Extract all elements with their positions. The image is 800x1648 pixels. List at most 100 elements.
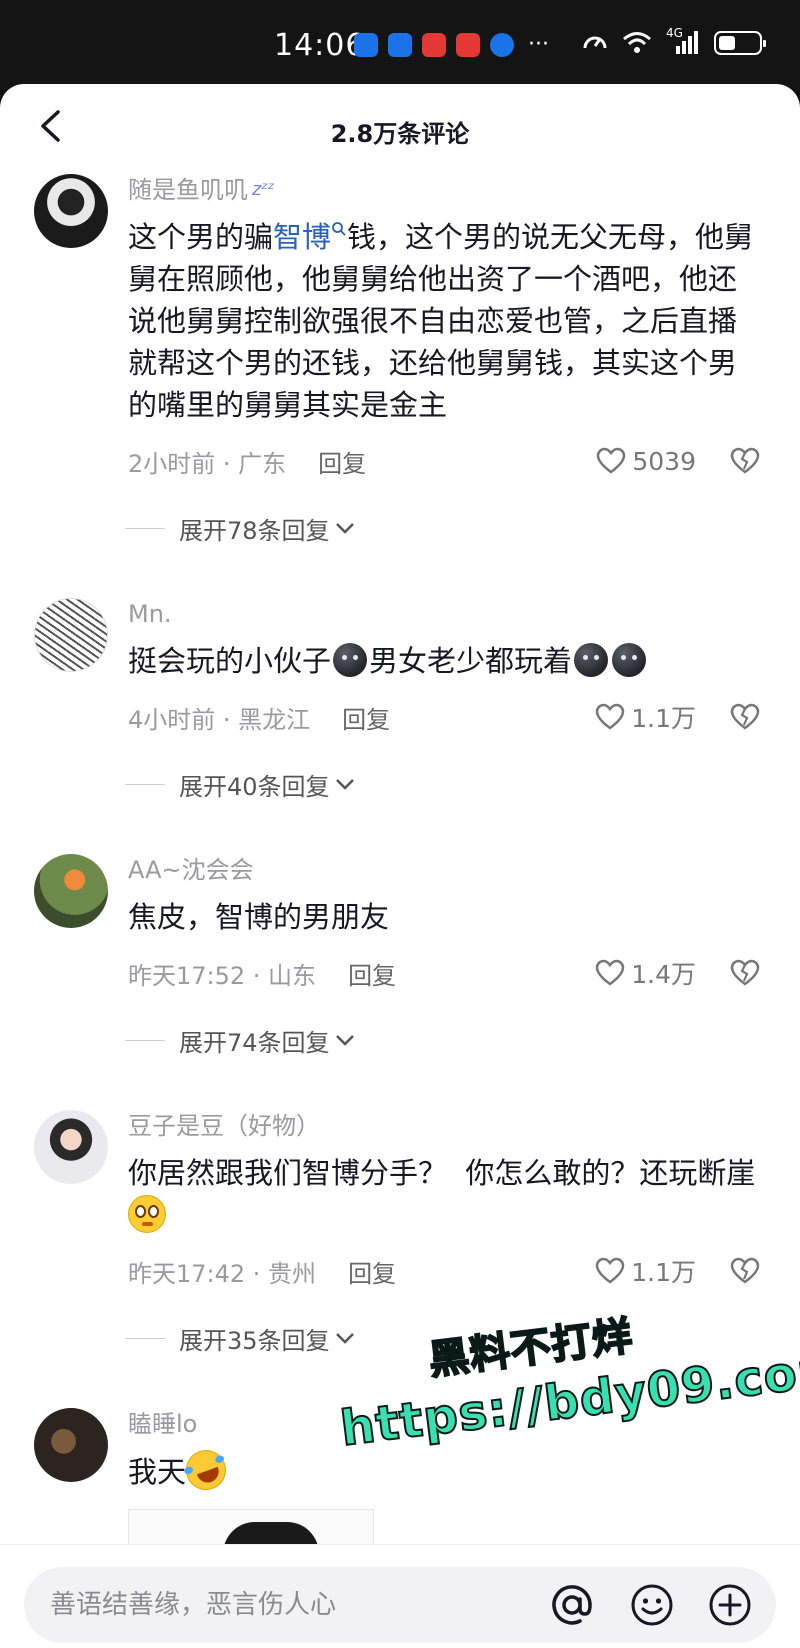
app-notification-icon [490,32,514,57]
signal-icon: 4G [666,26,700,56]
expand-replies-label: 展开74条回复 [179,1028,330,1057]
add-button[interactable] [706,1581,754,1629]
status-indicators: 4G [582,26,766,56]
rofl-emoji-icon [180,1444,232,1496]
heart-icon [595,1257,625,1284]
app-notification-icon [456,32,480,57]
avatar[interactable] [34,1408,108,1482]
mention-button[interactable] [548,1581,596,1629]
comment-username[interactable]: 随是鱼叽叽 zᶻᶻ [128,174,760,206]
comment-text: 挺会玩的小伙子 男女老少都玩着 [128,640,760,682]
chevron-down-icon [335,779,354,790]
username-label: 随是鱼叽叽 [128,176,248,204]
comment-time-location: 昨天17:42 · 贵州 [128,1259,317,1288]
like-button[interactable]: 1.1万 [595,699,696,735]
keyword-label: 智博 [273,220,332,254]
more-notifications-icon: ··· [528,32,549,57]
comment-text-part: 你居然跟我们智博分手？ 你怎么敢的？还玩断崖 [128,1156,756,1190]
like-count: 1.1万 [631,704,696,733]
heart-icon [595,703,625,730]
dark-face-emoji-icon [333,643,368,677]
divider-line [125,527,165,529]
divider-line [125,1337,165,1339]
avatar[interactable] [34,1110,108,1184]
comment-input[interactable] [50,1583,490,1627]
comment-meta: 昨天17:42 · 贵州 回复 1.1万 [128,1250,760,1292]
like-button[interactable]: 1.1万 [595,1253,696,1289]
comment-text: 这个男的骗智博 钱，这个男的说无父无母，他舅舅在照顾他，他舅舅给他出资了一个酒吧，… [128,216,760,426]
avatar[interactable] [34,598,108,672]
username-label: 豆子是豆（好物） [128,1112,320,1140]
chevron-down-icon [335,1035,354,1046]
broken-heart-icon [730,1257,760,1284]
dislike-button[interactable] [730,1257,760,1285]
username-label: Mn. [128,600,172,628]
speed-meter-icon [583,36,607,49]
comment-text: 我天 [128,1444,760,1496]
comment-item: AA~沈会会 焦皮，智博的男朋友 昨天17:52 · 山东 回复 1.4万 展开… [0,854,800,1060]
avatar[interactable] [34,174,108,248]
plus-circle-icon [709,1584,751,1626]
wifi-icon [623,32,651,53]
comment-input-container[interactable] [24,1567,776,1643]
comment-text-part: 男女老少都玩着 [369,644,573,678]
flushed-face-emoji-icon [128,1195,166,1233]
comment-text-part: 这个男的骗 [128,220,274,254]
comment-time-location: 昨天17:52 · 山东 [128,961,317,990]
divider-line [125,1039,165,1041]
expand-replies-button[interactable]: 展开74条回复 [125,1020,760,1060]
sleep-zzz-icon: zᶻᶻ [252,179,275,200]
emoji-button[interactable] [628,1581,676,1629]
comment-time-location: 4小时前 · 黑龙江 [128,705,311,734]
like-count: 1.4万 [631,960,696,989]
battery-icon [714,31,766,55]
reply-button[interactable]: 回复 [348,956,396,991]
like-count: 1.1万 [631,1258,696,1287]
comment-item: 豆子是豆（好物） 你居然跟我们智博分手？ 你怎么敢的？还玩断崖 昨天17:42 … [0,1110,800,1358]
expand-replies-label: 展开35条回复 [179,1326,330,1355]
reply-button[interactable]: 回复 [318,444,366,479]
heart-icon [595,959,625,986]
status-bar: 14:06 ··· 4G [0,0,800,90]
like-button[interactable]: 5039 [596,447,696,476]
dislike-button[interactable] [730,703,760,731]
keyword-search-link[interactable]: 智博 [273,220,347,254]
search-icon [332,222,346,236]
dislike-button[interactable] [730,959,760,987]
comment-item: 随是鱼叽叽 zᶻᶻ 这个男的骗智博 钱，这个男的说无父无母，他舅舅在照顾他，他舅舅… [0,174,800,548]
like-button[interactable]: 1.4万 [595,955,696,991]
smiley-icon [631,1584,673,1626]
chevron-down-icon [335,523,354,534]
divider-line [125,783,165,785]
broken-heart-icon [730,703,760,730]
comment-username[interactable]: AA~沈会会 [128,854,760,886]
heart-icon [597,447,626,474]
comment-meta: 昨天17:52 · 山东 回复 1.4万 [128,952,760,994]
expand-replies-button[interactable]: 展开78条回复 [125,508,760,548]
expand-replies-button[interactable]: 展开40条回复 [125,764,760,804]
app-notification-icon [422,32,446,57]
broken-heart-icon [730,447,760,474]
comment-count-title: 2.8万条评论 [330,120,470,148]
expand-replies-label: 展开40条回复 [179,772,330,801]
app-notification-icon [354,32,378,57]
dark-face-emoji-icon [574,643,609,677]
reply-button[interactable]: 回复 [348,1254,396,1289]
comment-meta: 4小时前 · 黑龙江 回复 1.1万 [128,696,760,738]
comment-sheet: 2.8万条评论 随是鱼叽叽 zᶻᶻ 这个男的骗智博 钱，这个男的说无父无母，他舅舅… [0,84,800,1648]
dislike-button[interactable] [730,447,760,475]
comment-input-bar [0,1544,800,1648]
comment-meta: 2小时前 · 广东 回复 5039 [128,440,760,482]
comment-username[interactable]: 瞌睡lo [128,1408,760,1440]
comment-text: 你居然跟我们智博分手？ 你怎么敢的？还玩断崖 [128,1152,760,1236]
expand-replies-label: 展开78条回复 [179,516,330,545]
avatar[interactable] [34,854,108,928]
broken-heart-icon [730,959,760,986]
status-app-icons: ··· [354,32,549,57]
comment-username[interactable]: 豆子是豆（好物） [128,1110,760,1142]
username-label: 瞌睡lo [128,1410,198,1438]
reply-button[interactable]: 回复 [342,700,390,735]
comment-username[interactable]: Mn. [128,598,760,630]
expand-replies-button[interactable]: 展开35条回复 [125,1318,760,1358]
like-count: 5039 [632,446,696,476]
